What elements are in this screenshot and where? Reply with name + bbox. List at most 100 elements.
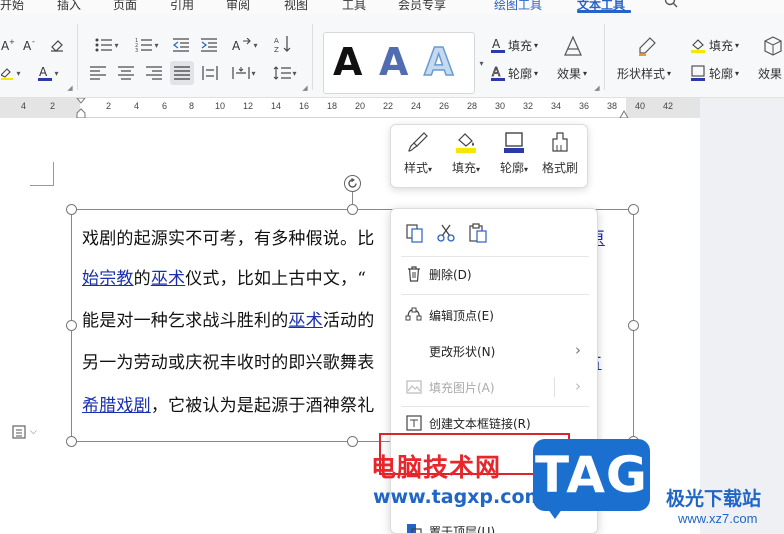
dialog-launcher-icon[interactable]: ◢	[301, 84, 309, 92]
increase-indent-icon[interactable]	[198, 36, 220, 54]
menu-review[interactable]: 审阅	[226, 0, 250, 13]
horizontal-ruler[interactable]: 4 2 2 4 6 8 10 12 14 16 18 20 22 24 26 2…	[0, 98, 700, 118]
menu-item-label: 更改形状(N)	[429, 345, 496, 359]
gallery-more-icon[interactable]: ▾	[476, 32, 486, 94]
resize-handle[interactable]	[66, 204, 77, 215]
shape-effect-button[interactable]: 效果	[758, 65, 782, 82]
menu-item-delete[interactable]: 删除(D)	[391, 258, 597, 290]
menu-member[interactable]: 会员专享	[398, 0, 446, 13]
shape-style-icon[interactable]	[634, 34, 660, 58]
indent-marker-icon[interactable]	[76, 98, 86, 118]
watermark-url: www.tagxp.com	[373, 486, 545, 508]
font-color-icon[interactable]: A ▾	[33, 64, 63, 82]
decrease-indent-icon[interactable]	[170, 36, 192, 54]
hyperlink[interactable]: 希腊戏剧	[82, 396, 151, 416]
dialog-launcher-icon[interactable]: ◢	[66, 84, 74, 92]
text-effect-button[interactable]: 效果 ▾	[557, 65, 587, 82]
highlight-caret-icon[interactable]: ▾	[14, 64, 22, 82]
layout-options-button[interactable]: ⌵	[11, 422, 47, 442]
justify-icon[interactable]	[170, 61, 194, 85]
shape-outline-button[interactable]: 轮廓 ▾	[709, 65, 739, 82]
shape-effect-icon[interactable]	[762, 34, 784, 58]
font-grow-icon[interactable]: A +	[0, 36, 16, 54]
ruler-number: 36	[579, 101, 590, 111]
shape-fill-icon[interactable]	[688, 36, 708, 54]
menu-references[interactable]: 引用	[170, 0, 194, 13]
chevron-right-icon: ›	[575, 377, 581, 395]
vertical-align-icon[interactable]: ▾	[228, 64, 260, 82]
text-direction-icon[interactable]: A ▾	[228, 36, 262, 54]
resize-handle[interactable]	[347, 436, 358, 447]
menu-drawing-tools[interactable]: 绘图工具	[494, 0, 542, 13]
menu-item-label: 填充图片(A)	[429, 381, 495, 395]
active-tab-indicator	[577, 10, 631, 13]
hyperlink[interactable]: 巫术	[288, 311, 322, 331]
right-indent-marker-icon[interactable]	[619, 109, 629, 118]
text-outline-button[interactable]: 轮廓 ▾	[508, 65, 538, 82]
ruler-number: 32	[523, 101, 534, 111]
menu-home[interactable]: 开始	[0, 0, 24, 13]
menu-page[interactable]: 页面	[113, 0, 137, 13]
menu-item-edit-points[interactable]: 编辑顶点(E)	[391, 299, 597, 331]
menu-view[interactable]: 视图	[284, 0, 308, 13]
mini-fill-label: 填充	[451, 161, 476, 175]
resize-handle[interactable]	[66, 436, 77, 447]
menu-item-label: 创建文本框链接(R)	[429, 417, 531, 431]
wordart-style-black[interactable]: A	[333, 37, 362, 87]
shape-outline-icon[interactable]	[688, 64, 708, 82]
shape-fill-button[interactable]: 填充 ▾	[709, 37, 739, 54]
text-fill-button[interactable]: 填充 ▾	[508, 37, 538, 54]
highlight-icon[interactable]	[0, 64, 14, 82]
shape-style-button[interactable]: 形状样式 ▾	[617, 65, 671, 82]
align-center-icon[interactable]	[116, 64, 136, 82]
text-effect-icon[interactable]	[560, 34, 586, 58]
edit-points-icon	[405, 307, 422, 321]
numbered-list-icon[interactable]: 123 ▾	[130, 36, 164, 54]
hyperlink[interactable]: 始宗教	[82, 269, 134, 289]
rotate-handle-icon[interactable]	[344, 175, 361, 192]
clear-format-icon[interactable]	[46, 36, 68, 54]
ribbon: A + A- ▾ A ▾ ▾ 123 ▾ A ▾ AZ ▾ ▾ A A A ▾ …	[0, 14, 784, 98]
rotation-handle-stem	[352, 192, 353, 204]
svg-text:A: A	[39, 65, 48, 79]
distributed-icon[interactable]	[200, 64, 220, 82]
ruler-number: 2	[106, 101, 112, 111]
hyperlink[interactable]: 巫术	[151, 269, 185, 289]
resize-handle[interactable]	[628, 320, 639, 331]
chevron-down-icon: ⌵	[30, 427, 37, 437]
mini-outline-button[interactable]: 轮廓▾	[491, 131, 537, 183]
mini-fill-button[interactable]: 填充▾	[443, 131, 489, 183]
text-outline-icon[interactable]: A	[488, 64, 508, 82]
menu-item-bring-to-front[interactable]: 置于顶层(U)	[391, 515, 597, 533]
mini-format-painter-button[interactable]: 格式刷	[537, 131, 583, 183]
resize-handle[interactable]	[66, 320, 77, 331]
sort-icon[interactable]: AZ	[272, 34, 294, 54]
paste-icon[interactable]	[467, 222, 489, 244]
ruler-number: 12	[243, 101, 254, 111]
cut-icon[interactable]	[435, 223, 457, 243]
resize-handle[interactable]	[628, 204, 639, 215]
bullet-list-icon[interactable]: ▾	[90, 36, 124, 54]
menu-item-change-shape[interactable]: 更改形状(N) ›	[391, 335, 597, 367]
copy-icon[interactable]	[405, 223, 425, 243]
wordart-style-gallery[interactable]: A A A	[323, 32, 475, 94]
dialog-launcher-icon[interactable]: ◢	[593, 84, 601, 92]
font-shrink-icon[interactable]: A-	[20, 36, 40, 54]
wordart-style-blue[interactable]: A	[379, 37, 408, 87]
menu-insert[interactable]: 插入	[57, 0, 81, 13]
search-icon[interactable]	[664, 0, 678, 11]
menu-tools[interactable]: 工具	[342, 0, 366, 13]
align-left-icon[interactable]	[88, 64, 108, 82]
layout-options-icon	[12, 425, 26, 439]
text-fill-icon[interactable]: A	[488, 36, 508, 54]
mini-style-button[interactable]: 样式▾	[395, 131, 441, 183]
wordart-style-outline[interactable]: A	[423, 37, 454, 87]
ruler-number: 30	[495, 101, 506, 111]
menu-item-fill-picture[interactable]: 填充图片(A) ›	[391, 371, 597, 403]
ruler-number: 40	[635, 101, 646, 111]
align-right-icon[interactable]	[144, 64, 164, 82]
resize-handle[interactable]	[347, 204, 358, 215]
format-painter-icon	[552, 132, 568, 152]
text-run: 另一为劳动或庆祝丰收时的即兴歌舞表	[82, 353, 375, 373]
line-spacing-icon[interactable]: ▾	[268, 64, 302, 82]
